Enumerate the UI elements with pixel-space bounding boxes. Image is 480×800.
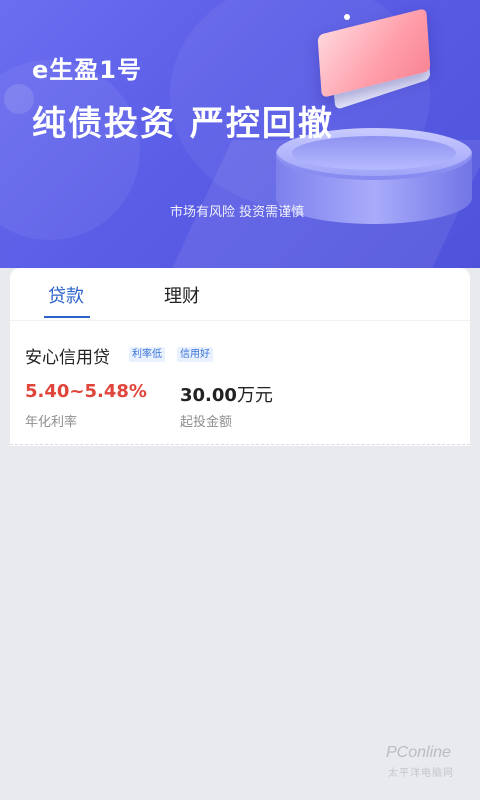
dashed-divider [10, 444, 470, 445]
annual-rate-label: 年化利率 [25, 415, 78, 430]
min-amount-value: 30.00万元 [180, 381, 273, 407]
annual-rate-value: 5.40~5.48% [25, 381, 147, 402]
tab-loan[interactable]: 贷款 [48, 282, 84, 308]
product-panel: 贷款 理财 安心信用贷 利率低 信用好 5.40~5.48% 年化利率 30.0… [10, 268, 470, 446]
product-title[interactable]: 安心信用贷 [25, 343, 110, 368]
banner-brand: e生盈1号 [32, 56, 142, 84]
sparkle-icon [344, 14, 350, 20]
min-amount-number: 30.00 [180, 385, 237, 406]
tag-low-rate: 利率低 [129, 347, 165, 362]
banner-headline: 纯债投资 严控回撤 [32, 104, 334, 144]
min-amount-label: 起投金额 [180, 415, 233, 430]
banner-decor-circle [4, 84, 34, 114]
watermark-subtext: 太平洋电脑网 [388, 768, 454, 779]
tab-wealth[interactable]: 理财 [164, 282, 200, 308]
active-tab-indicator [44, 316, 90, 318]
tag-good-credit: 信用好 [177, 347, 213, 362]
watermark-logo: PConline [386, 744, 451, 761]
promo-banner[interactable]: e生盈1号 纯债投资 严控回撤 市场有风险 投资需谨慎 [0, 0, 480, 268]
tab-divider [10, 320, 470, 321]
risk-disclaimer: 市场有风险 投资需谨慎 [170, 205, 305, 220]
min-amount-unit: 万元 [236, 385, 273, 406]
